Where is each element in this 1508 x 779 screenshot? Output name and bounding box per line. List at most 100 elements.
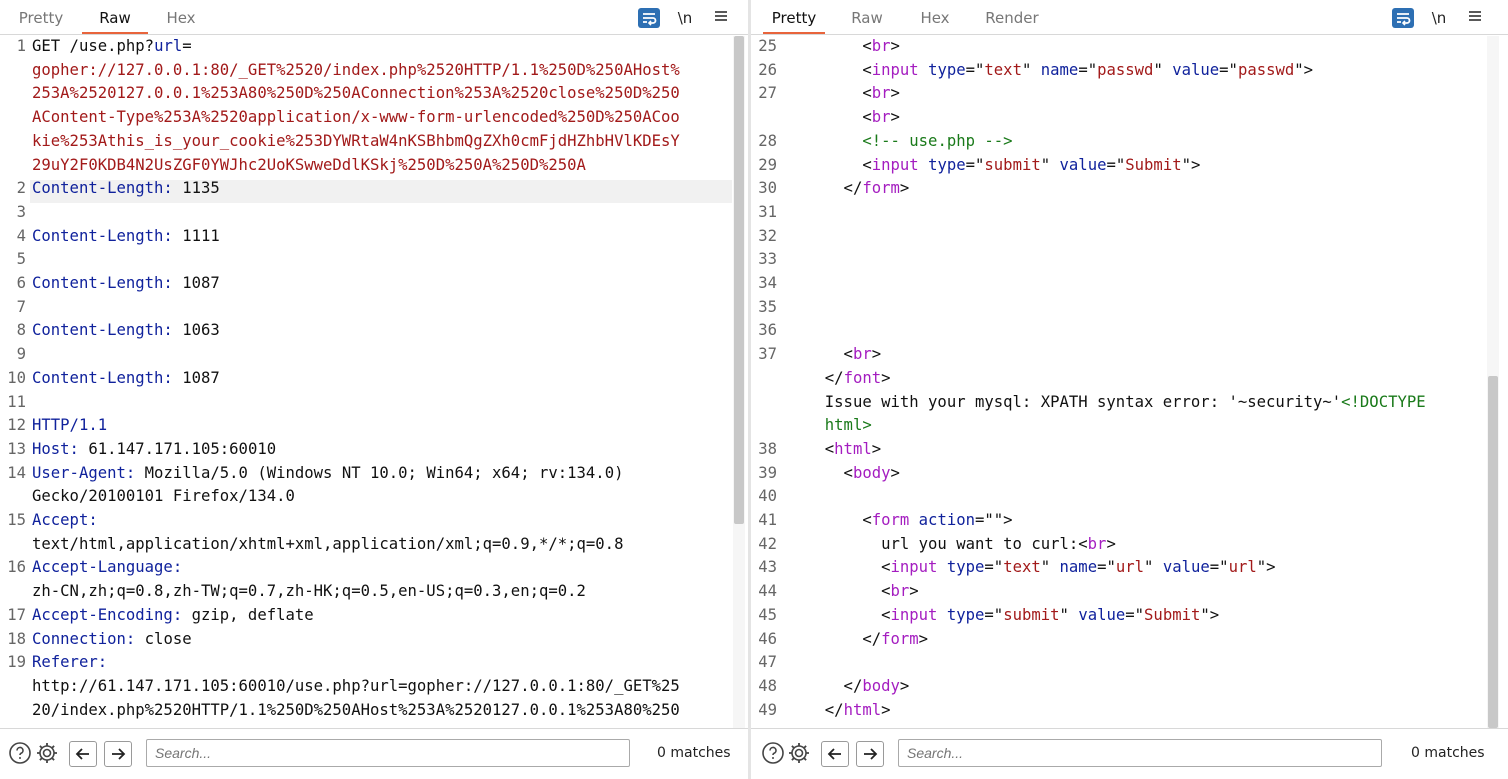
code-line: <br>	[806, 108, 900, 126]
tab-pretty[interactable]: Pretty	[8, 9, 74, 33]
code-line: Gecko/20100101 Firefox/134.0	[32, 487, 295, 505]
code-token: Content-Length:	[32, 274, 173, 292]
code-token: <	[806, 439, 835, 458]
code-line: http://61.147.171.105:60010/use.php?url=…	[32, 677, 680, 695]
wrap-lines-icon[interactable]	[638, 8, 660, 28]
line-number: 1	[16, 37, 26, 55]
code-line: </font>	[806, 369, 891, 387]
code-token: Submit	[1125, 155, 1182, 174]
code-token: 1111	[172, 226, 220, 245]
code-line: 29uY2F0KDB4N2UsZGF0YWJhc2UoKSwweDdlKSkj%…	[32, 156, 586, 174]
help-icon[interactable]	[8, 741, 32, 765]
code-line: GET /use.php?url=	[32, 37, 192, 55]
response-search-bar: 0 matches	[751, 728, 1508, 779]
code-token: <!-- use.php -->	[862, 131, 1013, 150]
code-token: 61.147.171.105:60010	[78, 439, 277, 458]
tab-hex[interactable]: Hex	[907, 9, 963, 33]
code-token: action	[918, 511, 976, 529]
request-search-input[interactable]	[146, 739, 630, 767]
code-line: User-Agent: Mozilla/5.0 (Windows NT 10.0…	[32, 464, 623, 482]
previous-match-button[interactable]	[821, 741, 849, 767]
code-token: ="	[1219, 60, 1238, 79]
code-token: ">	[1181, 155, 1201, 174]
next-match-button[interactable]	[856, 741, 884, 767]
hamburger-icon[interactable]	[1464, 8, 1486, 28]
code-line: <body>	[806, 464, 900, 482]
code-token: ">	[1256, 558, 1276, 577]
code-line: <br>	[806, 582, 919, 600]
code-line: Accept-Encoding: gzip, deflate	[32, 606, 314, 624]
tab-raw[interactable]: Raw	[82, 9, 148, 34]
hamburger-icon[interactable]	[710, 8, 732, 28]
code-token: ="	[1097, 558, 1116, 577]
code-token: >	[881, 700, 891, 719]
code-token: input	[890, 558, 938, 577]
code-token: close	[135, 629, 192, 648]
code-line: <input type="submit" value="Submit">	[806, 606, 1219, 624]
newline-toggle[interactable]: \n	[1428, 8, 1450, 28]
line-number: 27	[758, 84, 777, 103]
tab-pretty[interactable]: Pretty	[763, 9, 825, 34]
response-scrollbar-thumb[interactable]	[1488, 376, 1498, 728]
code-line: url you want to curl:<br>	[806, 535, 1116, 553]
code-token: value	[1172, 60, 1220, 79]
tab-hex[interactable]: Hex	[150, 9, 212, 33]
help-icon[interactable]	[761, 741, 785, 765]
code-token: ="	[984, 558, 1004, 577]
code-line: </body>	[806, 677, 910, 695]
code-token: submit	[984, 155, 1041, 174]
line-number: 17	[7, 605, 26, 624]
code-token: form	[881, 629, 919, 648]
code-token: <	[806, 60, 872, 79]
code-token: type	[928, 60, 966, 79]
request-editor[interactable]: 1 GET /use.php?url= gopher://127.0.0.1:80/…	[0, 35, 748, 729]
code-token: zh-CN,zh;q=0.8,zh-TW;q=0.7,zh-HK;q=0.5,e…	[32, 582, 586, 601]
code-token: ="	[1209, 558, 1229, 577]
newline-toggle[interactable]: \n	[674, 8, 696, 28]
code-token: type	[946, 605, 985, 624]
code-token: Connection:	[32, 629, 136, 648]
line-number: 47	[758, 653, 777, 672]
code-token: >	[918, 629, 929, 648]
request-pane: Pretty Raw Hex \n 1 GET /use.php?url= goph…	[0, 0, 748, 779]
code-token: <!DOCTYPE	[1341, 392, 1426, 411]
gear-icon[interactable]	[787, 741, 811, 765]
code-token: <	[806, 605, 891, 624]
request-scrollbar[interactable]	[733, 36, 745, 728]
code-token: "	[1059, 605, 1079, 624]
previous-match-button[interactable]	[69, 741, 97, 767]
tab-render[interactable]: Render	[977, 9, 1047, 33]
next-match-button[interactable]	[104, 741, 132, 767]
code-token: "	[1144, 558, 1163, 577]
code-token: Content-Length:	[32, 368, 173, 387]
code-line: Connection: close	[32, 630, 192, 648]
gear-icon[interactable]	[35, 741, 59, 765]
code-line: <!-- use.php -->	[806, 131, 1013, 150]
code-line: Content-Length: 1135	[32, 179, 220, 197]
code-token: <	[806, 84, 872, 103]
tab-raw[interactable]: Raw	[837, 9, 897, 33]
line-number: 36	[758, 321, 777, 340]
code-token: gopher://127.0.0.1:80/_GET%2520/index.ph…	[32, 60, 680, 79]
code-token: Content-Length:	[32, 226, 173, 245]
code-token: br	[890, 582, 910, 601]
code-token: input	[871, 60, 919, 79]
code-line: <br>	[806, 37, 900, 55]
code-line: </form>	[806, 179, 910, 197]
code-token: submit	[1003, 605, 1060, 624]
code-token: <	[806, 511, 872, 529]
response-editor[interactable]: 25 <br> 26 <input type="text" name="passw…	[751, 35, 1508, 729]
request-tab-bar: Pretty Raw Hex \n	[0, 0, 748, 35]
response-scrollbar[interactable]	[1487, 36, 1499, 728]
line-number: 31	[758, 202, 777, 221]
code-line: gopher://127.0.0.1:80/_GET%2520/index.ph…	[32, 61, 680, 79]
code-token: ">	[1200, 605, 1220, 624]
response-search-input[interactable]	[898, 739, 1382, 767]
code-line: <html>	[806, 440, 881, 458]
code-token: Referer:	[32, 653, 108, 672]
wrap-lines-icon[interactable]	[1392, 8, 1414, 28]
request-scrollbar-thumb[interactable]	[734, 36, 744, 524]
